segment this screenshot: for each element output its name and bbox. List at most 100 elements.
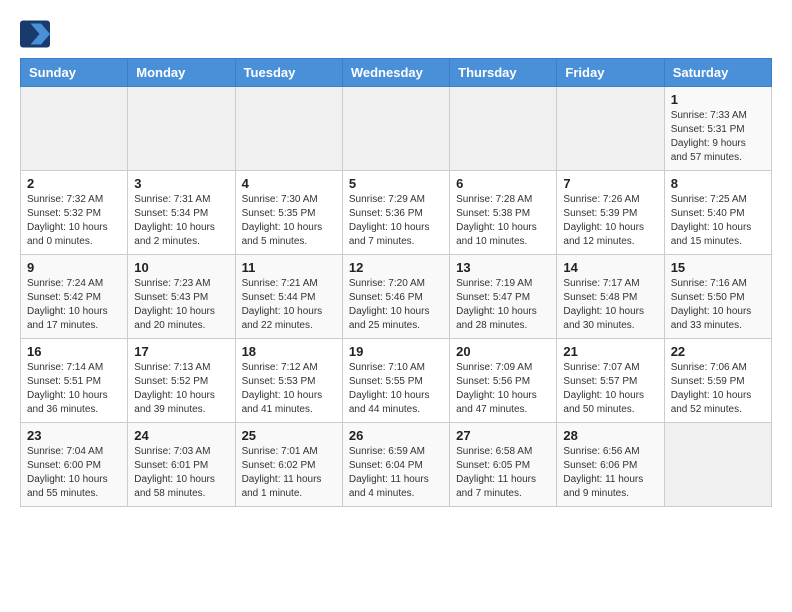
calendar-body: 1 Sunrise: 7:33 AM Sunset: 5:31 PM Daylig…: [21, 87, 772, 507]
day-number: 24: [134, 428, 228, 443]
calendar-cell: [557, 87, 664, 171]
weekday-header-friday: Friday: [557, 59, 664, 87]
calendar-cell: 4 Sunrise: 7:30 AM Sunset: 5:35 PM Daylig…: [235, 171, 342, 255]
weekday-header-tuesday: Tuesday: [235, 59, 342, 87]
day-info: Sunrise: 7:01 AM Sunset: 6:02 PM Dayligh…: [242, 445, 336, 501]
day-info: Sunrise: 7:13 AM Sunset: 5:52 PM Dayligh…: [134, 361, 228, 417]
calendar-cell: 25 Sunrise: 7:01 AM Sunset: 6:02 PM Dayli…: [235, 423, 342, 507]
calendar-cell: [235, 87, 342, 171]
day-info: Sunrise: 7:04 AM Sunset: 6:00 PM Dayligh…: [27, 445, 121, 501]
day-number: 26: [349, 428, 443, 443]
day-number: 27: [456, 428, 550, 443]
calendar-cell: 17 Sunrise: 7:13 AM Sunset: 5:52 PM Dayli…: [128, 339, 235, 423]
day-number: 8: [671, 176, 765, 191]
day-number: 5: [349, 176, 443, 191]
calendar-cell: 14Sunrise: 7:17 AM Sunset: 5:48 PM Dayli…: [557, 255, 664, 339]
day-info: Sunrise: 7:33 AM Sunset: 5:31 PM Dayligh…: [671, 109, 765, 165]
day-info: Sunrise: 7:09 AM Sunset: 5:56 PM Dayligh…: [456, 361, 550, 417]
day-info: Sunrise: 7:24 AM Sunset: 5:42 PM Dayligh…: [27, 277, 121, 333]
day-number: 2: [27, 176, 121, 191]
calendar-cell: 10 Sunrise: 7:23 AM Sunset: 5:43 PM Dayli…: [128, 255, 235, 339]
calendar-week-3: 9 Sunrise: 7:24 AM Sunset: 5:42 PM Daylig…: [21, 255, 772, 339]
calendar-cell: 5 Sunrise: 7:29 AM Sunset: 5:36 PM Daylig…: [342, 171, 449, 255]
day-info: Sunrise: 7:19 AM Sunset: 5:47 PM Dayligh…: [456, 277, 550, 333]
logo-icon: [20, 20, 50, 48]
calendar-table: SundayMondayTuesdayWednesdayThursdayFrid…: [20, 58, 772, 507]
day-number: 17: [134, 344, 228, 359]
weekday-header-wednesday: Wednesday: [342, 59, 449, 87]
day-number: 7: [563, 176, 657, 191]
day-info: Sunrise: 7:17 AM Sunset: 5:48 PM Dayligh…: [563, 277, 657, 333]
day-number: 13: [456, 260, 550, 275]
calendar-cell: 12 Sunrise: 7:20 AM Sunset: 5:46 PM Dayli…: [342, 255, 449, 339]
calendar-cell: 22 Sunrise: 7:06 AM Sunset: 5:59 PM Dayli…: [664, 339, 771, 423]
calendar-cell: 3Sunrise: 7:31 AM Sunset: 5:34 PM Daylig…: [128, 171, 235, 255]
day-number: 18: [242, 344, 336, 359]
day-number: 23: [27, 428, 121, 443]
page-header: [20, 20, 772, 48]
day-number: 21: [563, 344, 657, 359]
day-number: 6: [456, 176, 550, 191]
calendar-cell: [342, 87, 449, 171]
calendar-cell: 16 Sunrise: 7:14 AM Sunset: 5:51 PM Dayli…: [21, 339, 128, 423]
day-info: Sunrise: 7:26 AM Sunset: 5:39 PM Dayligh…: [563, 193, 657, 249]
calendar-header: SundayMondayTuesdayWednesdayThursdayFrid…: [21, 59, 772, 87]
day-info: Sunrise: 7:14 AM Sunset: 5:51 PM Dayligh…: [27, 361, 121, 417]
calendar-cell: 9 Sunrise: 7:24 AM Sunset: 5:42 PM Daylig…: [21, 255, 128, 339]
calendar-cell: 24 Sunrise: 7:03 AM Sunset: 6:01 PM Dayli…: [128, 423, 235, 507]
day-number: 12: [349, 260, 443, 275]
day-info: Sunrise: 7:32 AM Sunset: 5:32 PM Dayligh…: [27, 193, 121, 249]
calendar-cell: [450, 87, 557, 171]
day-info: Sunrise: 7:07 AM Sunset: 5:57 PM Dayligh…: [563, 361, 657, 417]
day-number: 20: [456, 344, 550, 359]
day-number: 1: [671, 92, 765, 107]
day-number: 16: [27, 344, 121, 359]
day-number: 4: [242, 176, 336, 191]
day-number: 28: [563, 428, 657, 443]
day-info: Sunrise: 7:06 AM Sunset: 5:59 PM Dayligh…: [671, 361, 765, 417]
day-number: 3: [134, 176, 228, 191]
calendar-cell: [128, 87, 235, 171]
day-info: Sunrise: 6:59 AM Sunset: 6:04 PM Dayligh…: [349, 445, 443, 501]
calendar-cell: 26 Sunrise: 6:59 AM Sunset: 6:04 PM Dayli…: [342, 423, 449, 507]
weekday-header-row: SundayMondayTuesdayWednesdayThursdayFrid…: [21, 59, 772, 87]
day-info: Sunrise: 7:30 AM Sunset: 5:35 PM Dayligh…: [242, 193, 336, 249]
calendar-cell: 13 Sunrise: 7:19 AM Sunset: 5:47 PM Dayli…: [450, 255, 557, 339]
day-info: Sunrise: 7:25 AM Sunset: 5:40 PM Dayligh…: [671, 193, 765, 249]
calendar-cell: 1 Sunrise: 7:33 AM Sunset: 5:31 PM Daylig…: [664, 87, 771, 171]
calendar-cell: 19 Sunrise: 7:10 AM Sunset: 5:55 PM Dayli…: [342, 339, 449, 423]
day-info: Sunrise: 7:20 AM Sunset: 5:46 PM Dayligh…: [349, 277, 443, 333]
calendar-cell: 8 Sunrise: 7:25 AM Sunset: 5:40 PM Daylig…: [664, 171, 771, 255]
day-number: 11: [242, 260, 336, 275]
calendar-cell: 7 Sunrise: 7:26 AM Sunset: 5:39 PM Daylig…: [557, 171, 664, 255]
weekday-header-thursday: Thursday: [450, 59, 557, 87]
day-info: Sunrise: 7:23 AM Sunset: 5:43 PM Dayligh…: [134, 277, 228, 333]
calendar-week-1: 1 Sunrise: 7:33 AM Sunset: 5:31 PM Daylig…: [21, 87, 772, 171]
calendar-cell: 6 Sunrise: 7:28 AM Sunset: 5:38 PM Daylig…: [450, 171, 557, 255]
weekday-header-saturday: Saturday: [664, 59, 771, 87]
calendar-cell: 18 Sunrise: 7:12 AM Sunset: 5:53 PM Dayli…: [235, 339, 342, 423]
day-number: 9: [27, 260, 121, 275]
day-info: Sunrise: 7:28 AM Sunset: 5:38 PM Dayligh…: [456, 193, 550, 249]
day-info: Sunrise: 6:56 AM Sunset: 6:06 PM Dayligh…: [563, 445, 657, 501]
day-number: 15: [671, 260, 765, 275]
calendar-cell: 21 Sunrise: 7:07 AM Sunset: 5:57 PM Dayli…: [557, 339, 664, 423]
day-number: 10: [134, 260, 228, 275]
day-info: Sunrise: 7:10 AM Sunset: 5:55 PM Dayligh…: [349, 361, 443, 417]
day-number: 25: [242, 428, 336, 443]
calendar-cell: 20 Sunrise: 7:09 AM Sunset: 5:56 PM Dayli…: [450, 339, 557, 423]
day-info: Sunrise: 7:16 AM Sunset: 5:50 PM Dayligh…: [671, 277, 765, 333]
calendar-week-2: 2 Sunrise: 7:32 AM Sunset: 5:32 PM Daylig…: [21, 171, 772, 255]
calendar-cell: 2 Sunrise: 7:32 AM Sunset: 5:32 PM Daylig…: [21, 171, 128, 255]
day-info: Sunrise: 7:29 AM Sunset: 5:36 PM Dayligh…: [349, 193, 443, 249]
day-info: Sunrise: 7:12 AM Sunset: 5:53 PM Dayligh…: [242, 361, 336, 417]
calendar-week-4: 16 Sunrise: 7:14 AM Sunset: 5:51 PM Dayli…: [21, 339, 772, 423]
logo: [20, 20, 52, 48]
day-number: 19: [349, 344, 443, 359]
weekday-header-sunday: Sunday: [21, 59, 128, 87]
calendar-cell: [21, 87, 128, 171]
day-number: 22: [671, 344, 765, 359]
calendar-cell: 15 Sunrise: 7:16 AM Sunset: 5:50 PM Dayli…: [664, 255, 771, 339]
calendar-week-5: 23 Sunrise: 7:04 AM Sunset: 6:00 PM Dayli…: [21, 423, 772, 507]
day-info: Sunrise: 7:03 AM Sunset: 6:01 PM Dayligh…: [134, 445, 228, 501]
